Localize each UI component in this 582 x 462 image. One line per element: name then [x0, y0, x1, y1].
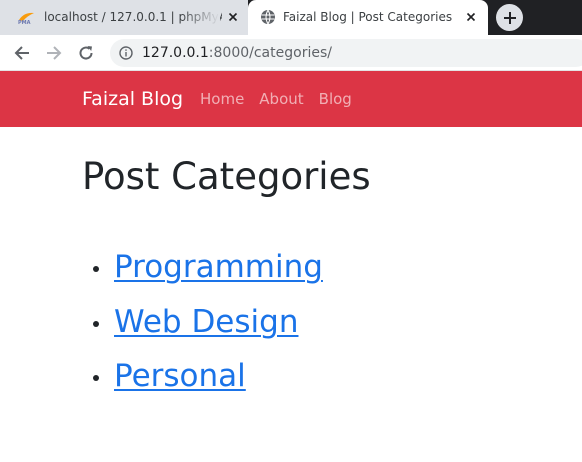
category-link-programming[interactable]: Programming — [114, 247, 323, 287]
url-text[interactable]: 127.0.0.1:8000/categories/ — [142, 45, 332, 61]
nav-link-blog[interactable]: Blog — [319, 90, 352, 108]
reload-icon — [79, 46, 93, 60]
url-host: 127.0.0.1 — [142, 45, 209, 61]
nav-link-about[interactable]: About — [259, 90, 303, 108]
site-navbar: Faizal Blog Home About Blog — [0, 71, 582, 127]
info-icon[interactable] — [119, 46, 133, 60]
nav-links: Home About Blog — [200, 90, 352, 108]
close-icon[interactable] — [226, 10, 240, 24]
browser-tab-phpmyadmin[interactable]: PMA localhost / 127.0.0.1 | phpMyAdmin — [0, 0, 248, 35]
main-content: Post Categories Programming Web Design P… — [82, 155, 371, 394]
category-link-personal[interactable]: Personal — [114, 356, 246, 396]
new-tab-button[interactable] — [496, 4, 523, 31]
bullet-icon — [93, 320, 99, 327]
close-icon[interactable] — [464, 10, 478, 24]
svg-text:PMA: PMA — [18, 20, 31, 25]
bullet-icon — [93, 266, 99, 272]
tab-strip: PMA localhost / 127.0.0.1 | phpMyAdmin F… — [0, 0, 582, 35]
browser-tab-active[interactable]: Faizal Blog | Post Categories — [248, 0, 488, 35]
tab-title: Faizal Blog | Post Categories — [283, 10, 453, 24]
url-path: :8000/categories/ — [208, 45, 332, 61]
reload-button[interactable] — [75, 42, 97, 64]
navbar-brand[interactable]: Faizal Blog — [82, 88, 183, 110]
phpmyadmin-icon: PMA — [18, 12, 34, 25]
bullet-icon — [93, 375, 99, 381]
forward-button[interactable] — [43, 42, 65, 64]
arrow-right-icon — [47, 46, 62, 60]
back-button[interactable] — [11, 42, 33, 64]
category-link-web-design[interactable]: Web Design — [114, 302, 298, 342]
tab-title-fade — [180, 6, 220, 28]
arrow-left-icon — [14, 46, 29, 60]
plus-icon — [503, 11, 516, 24]
browser-toolbar: 127.0.0.1:8000/categories/ — [0, 35, 582, 71]
nav-link-home[interactable]: Home — [200, 90, 244, 108]
globe-icon — [261, 9, 275, 25]
address-bar[interactable]: 127.0.0.1:8000/categories/ — [110, 39, 582, 67]
page-title: Post Categories — [82, 155, 371, 198]
